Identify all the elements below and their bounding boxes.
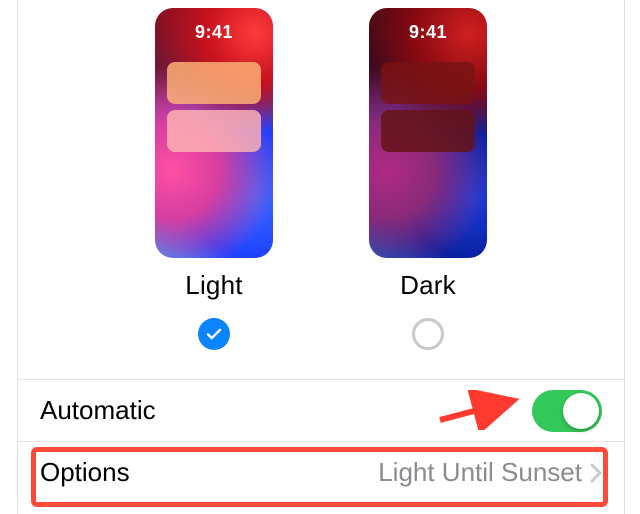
options-value: Light Until Sunset (378, 457, 582, 488)
options-label: Options (40, 457, 378, 488)
appearance-option-label: Light (185, 270, 242, 301)
preview-widget (381, 62, 475, 104)
appearance-previews: 9:41 Light 9:41 Dark (18, 0, 624, 351)
automatic-toggle[interactable] (532, 390, 602, 432)
settings-appearance-panel: 9:41 Light 9:41 Dark (17, 0, 625, 514)
preview-time: 9:41 (369, 22, 487, 43)
appearance-option-dark[interactable]: 9:41 Dark (369, 8, 487, 351)
checkmark-icon (205, 325, 223, 343)
dark-mode-preview: 9:41 (369, 8, 487, 258)
light-mode-preview: 9:41 (155, 8, 273, 258)
automatic-row: Automatic (18, 379, 624, 441)
appearance-option-label: Dark (400, 270, 456, 301)
options-row[interactable]: Options Light Until Sunset (18, 441, 624, 503)
automatic-label: Automatic (40, 395, 532, 426)
preview-widget (381, 110, 475, 152)
preview-widget (167, 62, 261, 104)
radio-light-selected[interactable] (198, 318, 230, 350)
radio-dark-unselected[interactable] (412, 318, 444, 350)
appearance-option-light[interactable]: 9:41 Light (155, 8, 273, 351)
chevron-right-icon (590, 463, 602, 483)
preview-widget (167, 110, 261, 152)
toggle-knob (563, 393, 599, 429)
preview-time: 9:41 (155, 22, 273, 43)
